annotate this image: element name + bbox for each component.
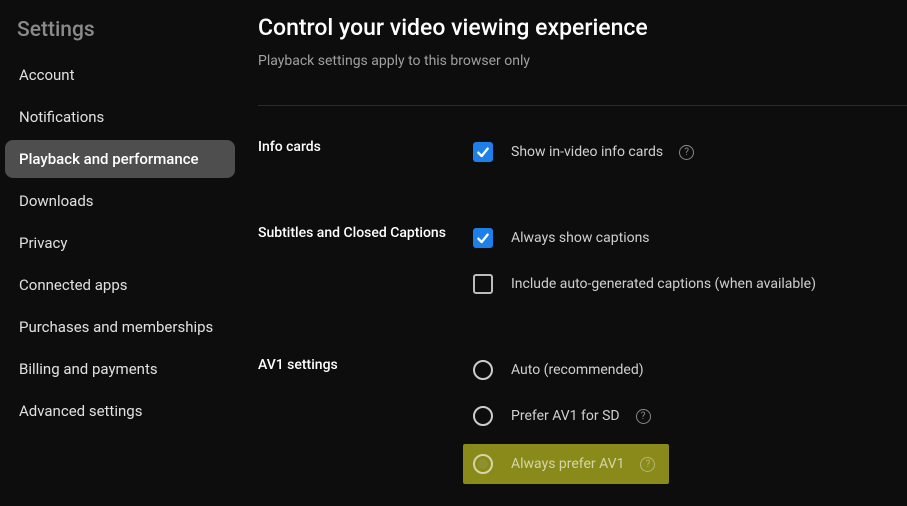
info-cards-row: Info cards Show in-video info cards ?	[258, 134, 907, 180]
radio-icon	[473, 406, 493, 426]
sidebar-item-label: Advanced settings	[19, 402, 142, 420]
checkbox-icon	[473, 142, 493, 162]
section-divider	[258, 105, 907, 106]
option-label: Prefer AV1 for SD	[511, 408, 620, 424]
page-title: Control your video viewing experience	[258, 14, 907, 41]
av1-content: Auto (recommended) Prefer AV1 for SD ? A…	[473, 352, 907, 484]
help-icon[interactable]: ?	[640, 457, 655, 472]
av1-label: AV1 settings	[258, 352, 473, 484]
page-subtitle: Playback settings apply to this browser …	[258, 53, 907, 69]
sidebar-item-playback-performance[interactable]: Playback and performance	[5, 140, 235, 178]
info-cards-label: Info cards	[258, 134, 473, 180]
help-icon[interactable]: ?	[636, 409, 651, 424]
option-label: Always prefer AV1	[511, 456, 624, 472]
auto-generated-captions-option[interactable]: Include auto-generated captions (when av…	[473, 266, 907, 302]
captions-row: Subtitles and Closed Captions Always sho…	[258, 220, 907, 312]
av1-auto-option[interactable]: Auto (recommended)	[473, 352, 907, 388]
sidebar-item-label: Downloads	[19, 192, 94, 210]
sidebar-item-downloads[interactable]: Downloads	[5, 182, 235, 220]
option-label: Show in-video info cards	[511, 144, 663, 160]
help-icon[interactable]: ?	[679, 145, 694, 160]
radio-icon	[473, 360, 493, 380]
sidebar-item-notifications[interactable]: Notifications	[5, 98, 235, 136]
sidebar-item-connected-apps[interactable]: Connected apps	[5, 266, 235, 304]
sidebar-item-label: Notifications	[19, 108, 104, 126]
captions-content: Always show captions Include auto-genera…	[473, 220, 907, 312]
show-info-cards-option[interactable]: Show in-video info cards ?	[473, 134, 907, 170]
av1-always-prefer-option[interactable]: Always prefer AV1 ?	[463, 444, 669, 484]
checkbox-icon	[473, 228, 493, 248]
radio-icon	[473, 454, 493, 474]
info-cards-content: Show in-video info cards ?	[473, 134, 907, 180]
av1-row: AV1 settings Auto (recommended) Prefer A…	[258, 352, 907, 484]
av1-prefer-sd-option[interactable]: Prefer AV1 for SD ?	[473, 398, 907, 434]
option-label: Always show captions	[511, 230, 650, 246]
sidebar-item-label: Playback and performance	[19, 150, 199, 168]
settings-sidebar: Settings Account Notifications Playback …	[0, 0, 240, 506]
checkbox-icon	[473, 274, 493, 294]
sidebar-item-label: Purchases and memberships	[19, 318, 213, 336]
sidebar-title: Settings	[5, 18, 235, 52]
option-label: Auto (recommended)	[511, 362, 644, 378]
main-content: Control your video viewing experience Pl…	[240, 0, 907, 506]
sidebar-item-label: Account	[19, 66, 75, 84]
sidebar-item-purchases-memberships[interactable]: Purchases and memberships	[5, 308, 235, 346]
option-label: Include auto-generated captions (when av…	[511, 276, 816, 292]
sidebar-item-account[interactable]: Account	[5, 56, 235, 94]
sidebar-item-label: Billing and payments	[19, 360, 158, 378]
sidebar-item-privacy[interactable]: Privacy	[5, 224, 235, 262]
sidebar-item-label: Privacy	[19, 234, 67, 252]
sidebar-item-advanced-settings[interactable]: Advanced settings	[5, 392, 235, 430]
sidebar-item-label: Connected apps	[19, 276, 127, 294]
sidebar-item-billing-payments[interactable]: Billing and payments	[5, 350, 235, 388]
captions-label: Subtitles and Closed Captions	[258, 220, 473, 312]
always-show-captions-option[interactable]: Always show captions	[473, 220, 907, 256]
